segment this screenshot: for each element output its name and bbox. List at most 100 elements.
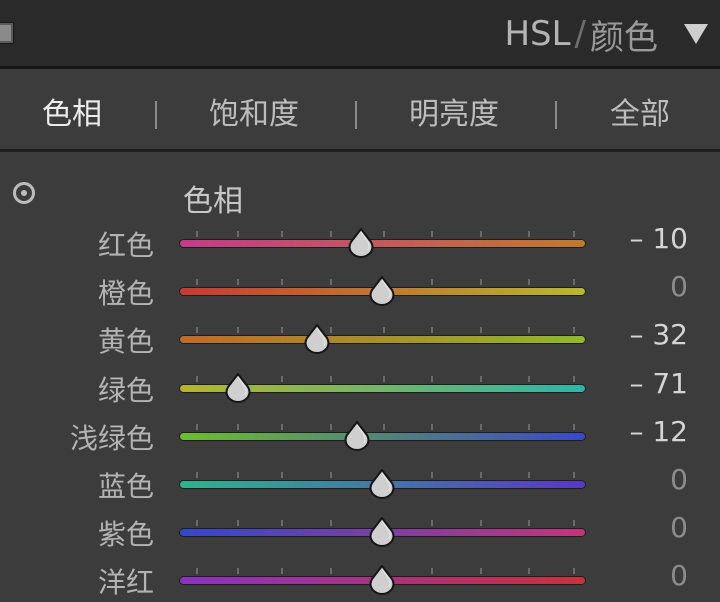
slider-track[interactable] (180, 371, 585, 403)
slider-tick (196, 568, 199, 575)
slider-thumb[interactable] (369, 275, 395, 307)
slider-tick (479, 423, 482, 430)
tab-all[interactable]: 全部 (610, 89, 670, 133)
tab-luminance[interactable]: 明亮度 (409, 89, 499, 133)
slider-tick (431, 231, 434, 237)
slider-label: 浅绿色 (69, 421, 154, 455)
slider-tick (479, 231, 482, 237)
slider-tick (572, 231, 575, 237)
slider-row: 蓝色 0 (0, 463, 720, 503)
slider-tick (196, 327, 199, 334)
slider-tick (431, 327, 434, 334)
slider-track[interactable] (180, 468, 585, 500)
slider-tick (528, 375, 531, 382)
slider-tick (281, 231, 284, 237)
slider-tick (329, 520, 332, 527)
slider-tick (329, 231, 332, 237)
slider-tick (479, 375, 482, 382)
slider-tick (572, 327, 575, 334)
slider-value[interactable]: – 32 (629, 318, 688, 351)
slider-tick (236, 568, 239, 575)
slider-tick (479, 568, 482, 575)
slider-tick (382, 423, 385, 430)
panel-title-hsl[interactable]: HSL (504, 14, 570, 54)
slider-value[interactable]: – 71 (629, 367, 688, 400)
slider-thumb[interactable] (369, 564, 395, 596)
slider-tick (236, 423, 239, 430)
slider-track[interactable] (180, 323, 585, 355)
slider-value[interactable]: 0 (670, 270, 688, 303)
slider-tick (431, 375, 434, 382)
slider-thumb[interactable] (344, 420, 370, 451)
adjustment-tabs: 色相 饱和度 明亮度 全部 (0, 69, 720, 149)
panel-header[interactable]: HSL / 颜色 (0, 0, 720, 66)
slider-tick (528, 568, 531, 575)
tab-saturation[interactable]: 饱和度 (209, 89, 299, 133)
slider-tick (281, 375, 284, 382)
slider-tick (572, 472, 575, 478)
tab-divider (555, 101, 557, 129)
slider-track[interactable] (180, 420, 585, 451)
slider-value[interactable]: 0 (670, 463, 688, 496)
collapse-triangle-icon[interactable] (684, 24, 708, 44)
slider-label: 紫色 (97, 518, 154, 552)
slider-row: 紫色 0 (0, 511, 720, 551)
slider-tick (196, 375, 199, 382)
slider-tick (196, 472, 199, 478)
slider-tick (572, 423, 575, 430)
panel-title[interactable]: HSL / 颜色 (504, 10, 658, 59)
slider-value[interactable]: – 12 (629, 415, 688, 448)
slider-label: 绿色 (97, 373, 154, 407)
slider-tick (236, 327, 239, 334)
slider-track[interactable] (180, 275, 585, 307)
slider-thumb[interactable] (304, 323, 330, 355)
slider-tick (431, 423, 434, 430)
slider-tick (236, 279, 239, 286)
tab-divider (155, 101, 157, 129)
slider-value[interactable]: 0 (670, 511, 688, 544)
slider-tick (572, 568, 575, 575)
slider-row: 绿色 – 71 (0, 367, 720, 407)
slider-track[interactable] (180, 227, 585, 259)
slider-tick (196, 231, 199, 237)
slider-thumb[interactable] (369, 516, 395, 548)
slider-row: 黄色 – 32 (0, 318, 720, 358)
slider-tick (236, 231, 239, 237)
slider-thumb[interactable] (225, 371, 251, 403)
slider-tick (382, 231, 385, 237)
slider-tick (572, 375, 575, 382)
slider-tick (281, 327, 284, 334)
tab-divider (355, 101, 357, 129)
tab-hue[interactable]: 色相 (42, 89, 102, 133)
slider-tick (528, 472, 531, 478)
slider-tick (196, 279, 199, 286)
slider-tick (329, 423, 332, 430)
slider-thumb[interactable] (348, 227, 374, 259)
slider-track[interactable] (180, 564, 585, 596)
panel-title-separator: / (574, 14, 586, 54)
slider-row: 橙色 0 (0, 270, 720, 310)
slider-row: 洋红 0 (0, 559, 720, 599)
slider-track[interactable] (180, 516, 585, 548)
targeted-adjustment-icon[interactable] (13, 182, 35, 204)
panel-title-color[interactable]: 颜色 (590, 10, 658, 59)
slider-tick (431, 472, 434, 478)
slider-thumb[interactable] (369, 468, 395, 500)
slider-tick (236, 472, 239, 478)
slider-value[interactable]: – 10 (629, 222, 688, 255)
slider-tick (572, 520, 575, 527)
slider-tick (281, 520, 284, 527)
slider-label: 红色 (97, 229, 154, 262)
slider-tick (281, 472, 284, 478)
slider-row: 红色 – 10 (0, 222, 720, 262)
slider-label: 橙色 (97, 277, 154, 311)
panel-switch-icon[interactable] (0, 22, 14, 44)
slider-value[interactable]: 0 (670, 559, 688, 592)
slider-tick (236, 520, 239, 527)
slider-tick (329, 568, 332, 575)
slider-tick (281, 423, 284, 430)
slider-tick (382, 375, 385, 382)
slider-label: 黄色 (97, 325, 154, 359)
slider-label: 蓝色 (97, 470, 154, 503)
slider-tick (528, 423, 531, 430)
